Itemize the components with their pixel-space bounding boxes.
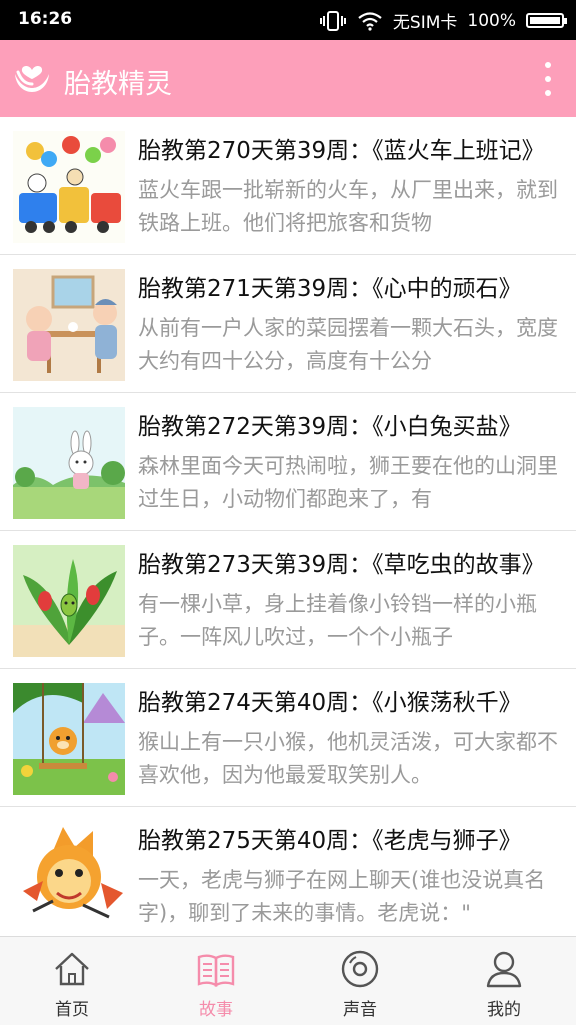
story-desc: 从前有一户人家的菜园摆着一颗大石头，宽度大约有四十公分，高度有十公分 xyxy=(138,316,558,373)
nav-home-label: 首页 xyxy=(55,1000,89,1020)
nav-profile[interactable]: 我的 xyxy=(432,937,576,1025)
story-desc: 蓝火车跟一批崭新的火车，从厂里出来，就到铁路上班。他们将把旅客和货物 xyxy=(138,178,558,235)
nav-stories[interactable]: 故事 xyxy=(144,937,288,1025)
book-icon xyxy=(197,954,235,987)
story-title: 胎教第274天第40周：《小猴荡秋千》 xyxy=(138,690,522,716)
story-desc: 猴山上有一只小猴，他机灵活泼，可大家都不喜欢他，因为他最爱取笑别人。 xyxy=(138,730,558,787)
wifi-icon xyxy=(358,11,382,31)
app-logo-icon xyxy=(15,65,49,92)
list-item[interactable]: 胎教第273天第39周：《草吃虫的故事》 有一棵小草，身上挂着像小铃铛一样的小瓶… xyxy=(0,531,576,669)
list-item[interactable]: 胎教第274天第40周：《小猴荡秋千》 猴山上有一只小猴，他机灵活泼，可大家都不… xyxy=(0,669,576,807)
nav-sounds[interactable]: 声音 xyxy=(288,937,432,1025)
app-bar: 胎教精灵 xyxy=(0,40,576,117)
story-thumbnail xyxy=(13,683,125,795)
nav-profile-label: 我的 xyxy=(487,1000,521,1020)
story-thumbnail xyxy=(13,821,125,933)
story-desc: 一天，老虎与狮子在网上聊天(谁也没说真名字)，聊到了未来的事情。老虎说：" xyxy=(138,868,546,925)
user-icon xyxy=(486,951,522,988)
sim-status: 无SIM卡 xyxy=(392,13,458,33)
story-thumbnail xyxy=(13,269,125,381)
vibrate-icon xyxy=(319,10,346,31)
story-list: 胎教第270天第39周：《蓝火车上班记》 蓝火车跟一批崭新的火车，从厂里出来，就… xyxy=(0,117,576,936)
list-item[interactable]: 胎教第271天第39周：《心中的顽石》 从前有一户人家的菜园摆着一颗大石头，宽度… xyxy=(0,255,576,393)
story-title: 胎教第272天第39周：《小白兔买盐》 xyxy=(138,414,522,440)
more-options-icon[interactable] xyxy=(538,62,558,96)
battery-fill xyxy=(530,17,560,24)
story-thumbnail xyxy=(13,131,125,243)
list-item[interactable]: 胎教第272天第39周：《小白兔买盐》 森林里面今天可热闹啦，狮王要在他的山洞里… xyxy=(0,393,576,531)
disc-icon xyxy=(341,950,379,988)
status-time: 16:26 xyxy=(18,9,73,29)
nav-sounds-label: 声音 xyxy=(343,1000,377,1020)
battery-percent: 100% xyxy=(467,10,516,31)
nav-home[interactable]: 首页 xyxy=(0,937,144,1025)
list-item[interactable]: 胎教第275天第40周：《老虎与狮子》 一天，老虎与狮子在网上聊天(谁也没说真名… xyxy=(0,807,576,936)
nav-stories-label: 故事 xyxy=(199,1000,233,1020)
story-title: 胎教第270天第39周：《蓝火车上班记》 xyxy=(138,138,545,164)
status-bar: 16:26 无SIM卡 100% xyxy=(0,0,576,40)
story-title: 胎教第273天第39周：《草吃虫的故事》 xyxy=(138,552,545,578)
story-title: 胎教第275天第40周：《老虎与狮子》 xyxy=(138,828,522,854)
list-item[interactable]: 胎教第270天第39周：《蓝火车上班记》 蓝火车跟一批崭新的火车，从厂里出来，就… xyxy=(0,117,576,255)
battery-icon xyxy=(526,13,567,28)
bottom-nav: 首页 故事 声音 我的 xyxy=(0,936,576,1025)
status-icons: 无SIM卡 100% xyxy=(319,8,567,33)
home-icon xyxy=(55,952,89,986)
story-desc: 森林里面今天可热闹啦，狮王要在他的山洞里过生日，小动物们都跑来了，有 xyxy=(138,454,558,511)
story-desc: 有一棵小草，身上挂着像小铃铛一样的小瓶子。一阵风儿吹过，一个个小瓶子 xyxy=(138,592,537,649)
app-title: 胎教精灵 xyxy=(64,69,172,100)
story-thumbnail xyxy=(13,407,125,519)
story-title: 胎教第271天第39周：《心中的顽石》 xyxy=(138,276,522,302)
story-thumbnail xyxy=(13,545,125,657)
